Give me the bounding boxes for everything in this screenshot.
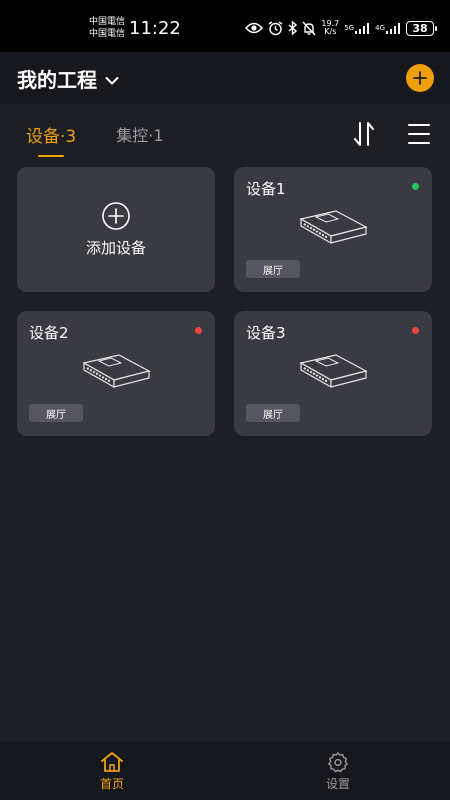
bluetooth-icon (288, 21, 298, 35)
device-card[interactable]: 设备2 展厅 (17, 311, 215, 436)
carrier-info: 中国電信 中国電信 (89, 16, 125, 40)
device-card[interactable]: 设备1 展厅 (234, 167, 432, 292)
status-time: 11:22 (129, 18, 181, 39)
eye-icon (245, 21, 264, 35)
carrier-label-1: 中国電信 (89, 17, 126, 27)
sort-icon[interactable] (352, 121, 376, 147)
status-dot-online (412, 183, 419, 190)
location-tag: 展厅 (246, 404, 300, 422)
network-speed: 19.7 K/s (321, 20, 339, 36)
network-4g-label: 4G (375, 24, 385, 32)
page-title: 我的工程 (17, 68, 97, 92)
network-5g-label: 5G (344, 24, 355, 32)
project-selector[interactable]: 我的工程 (17, 64, 119, 93)
gear-icon (328, 752, 348, 773)
add-circle-icon (102, 202, 130, 230)
tab-devices[interactable]: 设备·3 (26, 122, 76, 157)
device-card[interactable]: 设备3 展厅 (234, 311, 432, 436)
nav-home-label: 首页 (99, 777, 124, 791)
alarm-icon (268, 20, 283, 36)
battery-indicator: 38 (406, 20, 437, 36)
tab-bar: 设备·3 集控·1 (26, 122, 164, 157)
status-dot-offline (412, 327, 419, 334)
add-device-card[interactable]: 添加设备 (17, 167, 215, 292)
location-tag: 展厅 (246, 260, 300, 278)
add-button[interactable] (406, 64, 434, 92)
nav-settings[interactable]: 设置 (308, 751, 368, 792)
list-menu-icon[interactable] (406, 121, 432, 147)
carrier-label-2: 中国電信 (89, 29, 126, 39)
chevron-down-icon (105, 67, 119, 91)
switch-device-icon (82, 354, 151, 389)
status-dot-offline (195, 327, 202, 334)
switch-device-icon (299, 354, 368, 389)
status-bar: 中国電信 中国電信 11:22 19.7 K/s 5G 4G 38 (0, 0, 450, 52)
status-icons: 19.7 K/s 5G 4G 38 (245, 17, 437, 39)
mute-bell-icon (302, 21, 316, 36)
signal-4g-icon: 4G (375, 22, 401, 35)
net-speed-unit: K/s (324, 27, 337, 36)
plus-icon (413, 71, 427, 85)
device-name: 设备3 (246, 324, 286, 342)
home-icon (101, 752, 123, 772)
nav-settings-label: 设置 (325, 777, 350, 791)
signal-5g-icon: 5G (344, 22, 370, 35)
location-tag: 展厅 (29, 404, 83, 422)
tab-group-control[interactable]: 集控·1 (116, 122, 163, 155)
device-name: 设备1 (246, 180, 286, 198)
switch-device-icon (299, 210, 368, 245)
app-header: 我的工程 (0, 52, 450, 104)
bottom-nav: 首页 设置 (0, 741, 450, 800)
add-device-label: 添加设备 (85, 239, 146, 257)
device-name: 设备2 (29, 324, 69, 342)
nav-home[interactable]: 首页 (82, 751, 142, 792)
